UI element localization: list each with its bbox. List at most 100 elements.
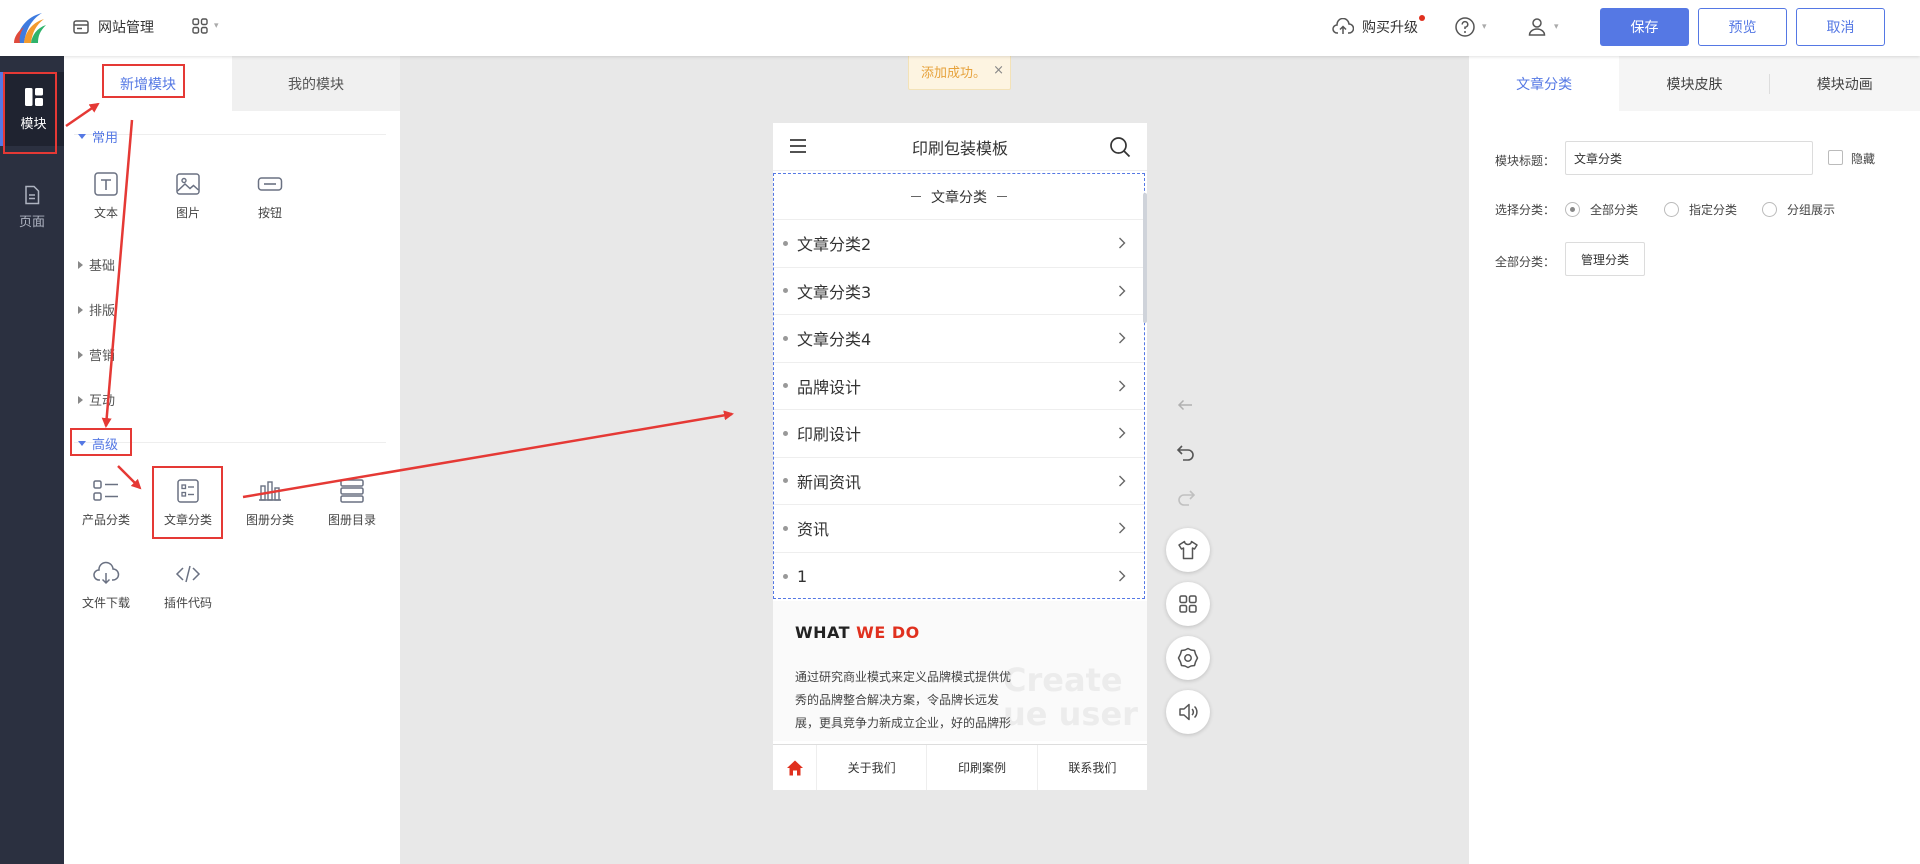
section-title: WHAT WE DO [795,623,920,642]
radio-specific-category[interactable]: 指定分类 [1664,201,1737,218]
code-icon [175,565,201,583]
group-basic-label: 基础 [89,259,116,274]
toast-text: 添加成功。 [921,65,987,81]
close-icon[interactable]: × [993,63,1004,78]
module-icon [24,87,43,106]
hide-label: 隐藏 [1851,152,1876,166]
list-item[interactable]: 1 [774,553,1144,601]
arrow-left-icon[interactable] [1176,398,1194,412]
search-icon[interactable] [1109,136,1131,158]
group-advanced[interactable]: 高级 [78,434,118,453]
chevron-down-icon: ▾ [214,21,219,31]
tab-article-category[interactable]: 文章分类 [1469,56,1620,111]
tab-module-animation[interactable]: 模块动画 [1770,56,1920,111]
module-image[interactable]: 图片 [152,170,224,232]
tab-my-module[interactable]: 我的模块 [232,56,400,111]
module-label: 文本 [93,206,118,220]
list-category-icon [93,480,118,501]
all-category-label: 全部分类： [1495,255,1556,269]
left-nav: 模块 页面 [0,56,64,864]
list-item-label: 品牌设计 [797,377,862,397]
help-button[interactable]: ▾ [1454,16,1487,38]
nav-module[interactable]: 模块 [0,72,64,146]
tab-new-module[interactable]: 新增模块 [64,56,232,111]
cancel-button[interactable]: 取消 [1796,8,1885,46]
group-marketing[interactable]: 营销 [78,345,115,364]
footer-link[interactable]: 联系我们 [1038,745,1147,790]
footer-link[interactable]: 印刷案例 [927,745,1038,790]
tshirt-skin-icon[interactable] [1166,528,1210,572]
module-album-category[interactable]: 图册分类 [234,477,306,539]
group-interact[interactable]: 互动 [78,390,115,409]
hide-checkbox[interactable] [1828,150,1843,165]
radio-circle [1565,202,1580,217]
nav-page[interactable]: 页面 [0,170,64,244]
module-article-category[interactable]: 文章分类 [152,477,224,539]
group-layout[interactable]: 排版 [78,300,115,319]
radio-label: 分组展示 [1787,203,1836,217]
phone-scrollbar[interactable] [1143,193,1147,323]
list-item[interactable]: 品牌设计 [774,363,1144,410]
module-label: 图片 [175,206,200,220]
article-category-module[interactable]: 文章分类 文章分类2 文章分类3 文章分类4 品牌设计 印刷设计 新闻资讯 资讯… [773,173,1145,599]
background-watermark-text: Create ue user [1003,661,1138,733]
radio-group-display[interactable]: 分组展示 [1762,201,1835,218]
chevron-right-icon [1119,570,1126,581]
user-menu-button[interactable]: ▾ [1526,16,1559,38]
group-layout-label: 排版 [89,304,116,319]
radio-all-category[interactable]: 全部分类 [1565,201,1638,218]
preview-button[interactable]: 预览 [1698,8,1787,46]
group-basic[interactable]: 基础 [78,255,115,274]
hamburger-menu-icon[interactable] [789,138,807,154]
chevron-down-icon: ▾ [1554,22,1559,32]
module-file-download[interactable]: 文件下载 [70,560,142,622]
module-product-category[interactable]: 产品分类 [70,477,142,539]
list-item-label: 文章分类3 [797,282,872,302]
bullet-dot [783,430,788,436]
list-item-label: 新闻资讯 [797,472,862,492]
module-title-input[interactable] [1565,141,1813,175]
module-button[interactable]: 按钮 [234,170,306,232]
manage-category-button[interactable]: 管理分类 [1565,242,1645,276]
module-album-directory[interactable]: 图册目录 [316,477,388,539]
footer-link[interactable]: 关于我们 [817,745,928,790]
undo-icon[interactable] [1176,443,1196,461]
list-item-label: 文章分类4 [797,330,872,350]
list-item[interactable]: 资讯 [774,505,1144,553]
site-manage-label: 网站管理 [98,20,154,36]
properties-panel: 文章分类 模块皮肤 模块动画 模块标题： 隐藏 选择分类： 全部分类 指定分类 … [1469,56,1920,864]
tab-module-skin[interactable]: 模块皮肤 [1619,56,1770,111]
buy-upgrade-button[interactable]: 购买升级 [1332,15,1425,37]
group-common-label: 常用 [92,131,119,146]
caret-right-icon [78,305,83,314]
save-button[interactable]: 保存 [1600,8,1689,46]
module-text[interactable]: 文本 [70,170,142,232]
list-item[interactable]: 文章分类4 [774,315,1144,363]
apps-menu-button[interactable]: ▾ [192,18,219,34]
bullet-dot [783,525,788,531]
home-icon[interactable] [773,745,817,790]
speaker-icon[interactable] [1166,690,1210,734]
site-manage-button[interactable]: 网站管理 [72,17,154,37]
question-circle-icon [1455,17,1475,37]
list-item[interactable]: 新闻资讯 [774,458,1144,505]
user-icon [1528,18,1546,36]
chevron-right-icon [1119,522,1126,534]
gear-icon[interactable] [1166,636,1210,680]
chevron-down-icon: ▾ [1482,22,1487,32]
list-item[interactable]: 文章分类2 [774,220,1144,268]
module-label: 按钮 [257,206,282,220]
module-plugin-code[interactable]: 插件代码 [152,560,224,622]
success-toast: 添加成功。 × [908,52,1011,90]
list-item[interactable]: 印刷设计 [774,410,1144,458]
buy-upgrade-label-wrap: 购买升级 [1362,15,1425,37]
chevron-right-icon [1119,237,1126,249]
redo-icon[interactable] [1176,488,1196,506]
title-dash [911,196,921,197]
bullet-dot [783,573,788,579]
caret-down-icon [78,134,86,139]
list-item[interactable]: 文章分类3 [774,268,1144,315]
grid-layout-icon[interactable] [1166,582,1210,626]
group-common[interactable]: 常用 [78,127,118,146]
top-bar: 网站管理 ▾ 购买升级 ▾ ▾ 保存 预览 取消 [0,0,1920,56]
